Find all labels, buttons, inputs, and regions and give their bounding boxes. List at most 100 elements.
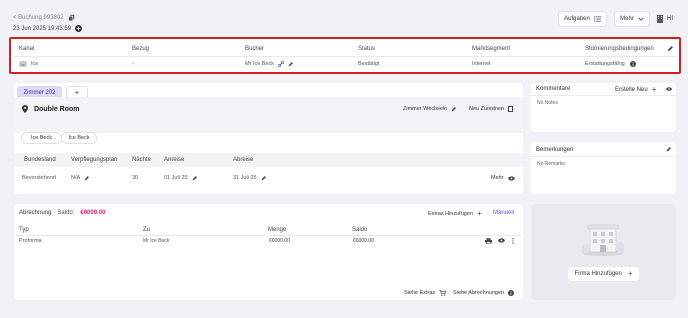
room-more-button[interactable]: Mehr [491,175,515,181]
billing-header: Abrechnung Saldo: €6000.00 [19,210,105,216]
reference-value: - [132,61,134,67]
billing-title: Abrechnung [19,210,52,216]
booking-datetime: 23 Jun 2025 19:43:59 [13,25,83,32]
col-departure-header: Abreise [233,157,254,163]
guest-chip-2[interactable]: Ice Beck [61,132,97,144]
room-type-bar: Double Room Zimmer Wechseln Neu Zuordnen [14,97,523,133]
departure-value: 31 Juli 25 [233,175,266,181]
add-extras-button[interactable]: Extras Hinzufügen + [428,210,482,218]
remarks-title: Bemerkungen [536,147,574,153]
edit-arrival-icon[interactable] [192,175,197,181]
col-nights-header: Nächte [132,157,152,163]
col-booker-header: Bucher [245,46,265,52]
departure-text: 31 Juli 25 [233,175,257,181]
manual-button[interactable]: Manuell [493,210,514,216]
state-value: Bevorstehend [22,175,56,181]
datetime-text: 23 Jun 2025 19:43:59 [13,25,72,32]
room-table-header: Bundesland Verpflegungsplan Nächte Anrei… [14,153,523,167]
billing-amount-value: €6000.00 [269,238,290,244]
balance-label: Saldo: [57,210,75,216]
add-company-button[interactable]: Firma Hinzufügen + [568,267,639,281]
new-comment-button[interactable]: Erstelle Neu + [615,86,656,94]
billing-type-value: Proforma [19,238,42,244]
col-state-header: Bundesland [24,157,56,163]
see-extras-button[interactable]: Siehe Extras [404,290,447,296]
see-billing-button[interactable]: Siehe Abrechnungen [453,290,515,296]
arrival-text: 01 Juli 25 [164,175,188,181]
col-cancellation-header: Stornierungsbedingungen [585,46,654,52]
guest-chip-label: Ice Beck [30,135,53,141]
comments-view-icon[interactable] [666,87,672,91]
channel-text: Ice [31,61,39,67]
cart-icon [439,290,447,296]
col-to-header: Zu [143,227,151,233]
room-panel: Zimmer 202 + Double Room Zimmer Wechseln… [14,83,523,194]
room-type-label: Double Room [34,105,80,113]
view-eye-icon[interactable] [498,238,505,243]
room-type: Double Room [22,105,80,113]
building-icon [657,15,663,23]
col-arrival-header: Anreise [164,157,185,163]
booker-value: Mr Ice Beck [245,61,294,67]
svg-text:ice: ice [21,63,25,67]
add-company-label: Firma Hinzufügen [574,271,622,277]
remarks-panel: Bemerkungen No Remarks [531,142,676,194]
see-billing-label: Siehe Abrechnungen [453,290,505,296]
info-circle-icon [508,290,515,296]
edit-remarks-icon[interactable] [666,147,671,152]
edit-meal-plan-icon[interactable] [84,175,90,181]
col-type-header: Typ [19,227,29,233]
tasks-label: Aufgaben [564,16,590,22]
guest-chip-1[interactable]: Ice Beck [21,132,62,144]
comments-divider [531,95,676,96]
chevron-down-icon [638,17,644,21]
user-initials: HI [667,16,673,22]
col-market-segment-header: Marktsegment [472,46,511,52]
col-reference-header: Bezug [132,46,150,52]
add-circle-icon[interactable] [75,25,83,32]
change-room-button[interactable]: Zimmer Wechseln [403,106,457,112]
eye-icon [507,175,515,181]
col-status-header: Status [358,46,376,52]
guest-chip-label: Ice Beck [68,135,90,141]
back-link[interactable]: < Buchung 993802 [13,14,75,21]
room-more-label: Mehr [491,175,504,181]
door-icon [508,106,514,112]
billing-balance-value: €6000.00 [353,238,374,244]
balance-value: €6000.00 [80,210,106,216]
user-menu[interactable]: HI [657,15,673,23]
edit-departure-icon[interactable] [261,175,266,181]
meal-plan-value: N/A [71,175,90,181]
plus-icon: + [627,269,633,278]
building-illustration-icon [580,222,626,256]
edit-room-icon [451,106,457,112]
billing-panel: Abrechnung Saldo: €6000.00 Extras Hinzuf… [14,204,523,300]
change-room-label: Zimmer Wechseln [403,106,448,112]
edit-pencil-icon[interactable] [667,46,673,52]
cancellation-value: Erstattungsfähig [585,61,636,67]
kebab-menu-icon[interactable] [512,238,514,244]
meal-plan-text: N/A [71,175,81,181]
add-tab-label: + [74,88,80,97]
comments-panel: Kommentare Erstelle Neu + No Notes [531,83,676,132]
booker-name[interactable]: Mr Ice Beck [245,61,274,67]
link-icon[interactable] [278,61,285,67]
info-icon[interactable] [629,61,636,67]
more-menu-button[interactable]: Mehr [614,11,650,27]
edit-booker-icon[interactable] [288,61,294,67]
print-icon[interactable] [485,238,492,244]
plus-icon: + [651,85,657,94]
back-link-label[interactable]: < Buchung 993802 [13,15,64,21]
col-balance-header: Saldo [352,227,368,233]
comments-empty: No Notes [537,100,558,106]
billing-row[interactable]: Proforma Mr Ice Beck €6000.00 €6000.00 [14,235,523,247]
company-panel: Firma Hinzufügen + [531,204,676,300]
add-extras-label: Extras Hinzufügen [428,211,473,217]
col-amount-header: Menge [268,227,287,233]
summary-divider [13,56,677,57]
tasks-button[interactable]: Aufgaben [558,11,607,27]
arrival-value: 01 Juli 25 [164,175,197,181]
copy-icon[interactable] [67,14,75,21]
col-meal-plan-header: Verpflegungsplan [71,157,118,163]
reassign-button[interactable]: Neu Zuordnen [469,106,514,112]
